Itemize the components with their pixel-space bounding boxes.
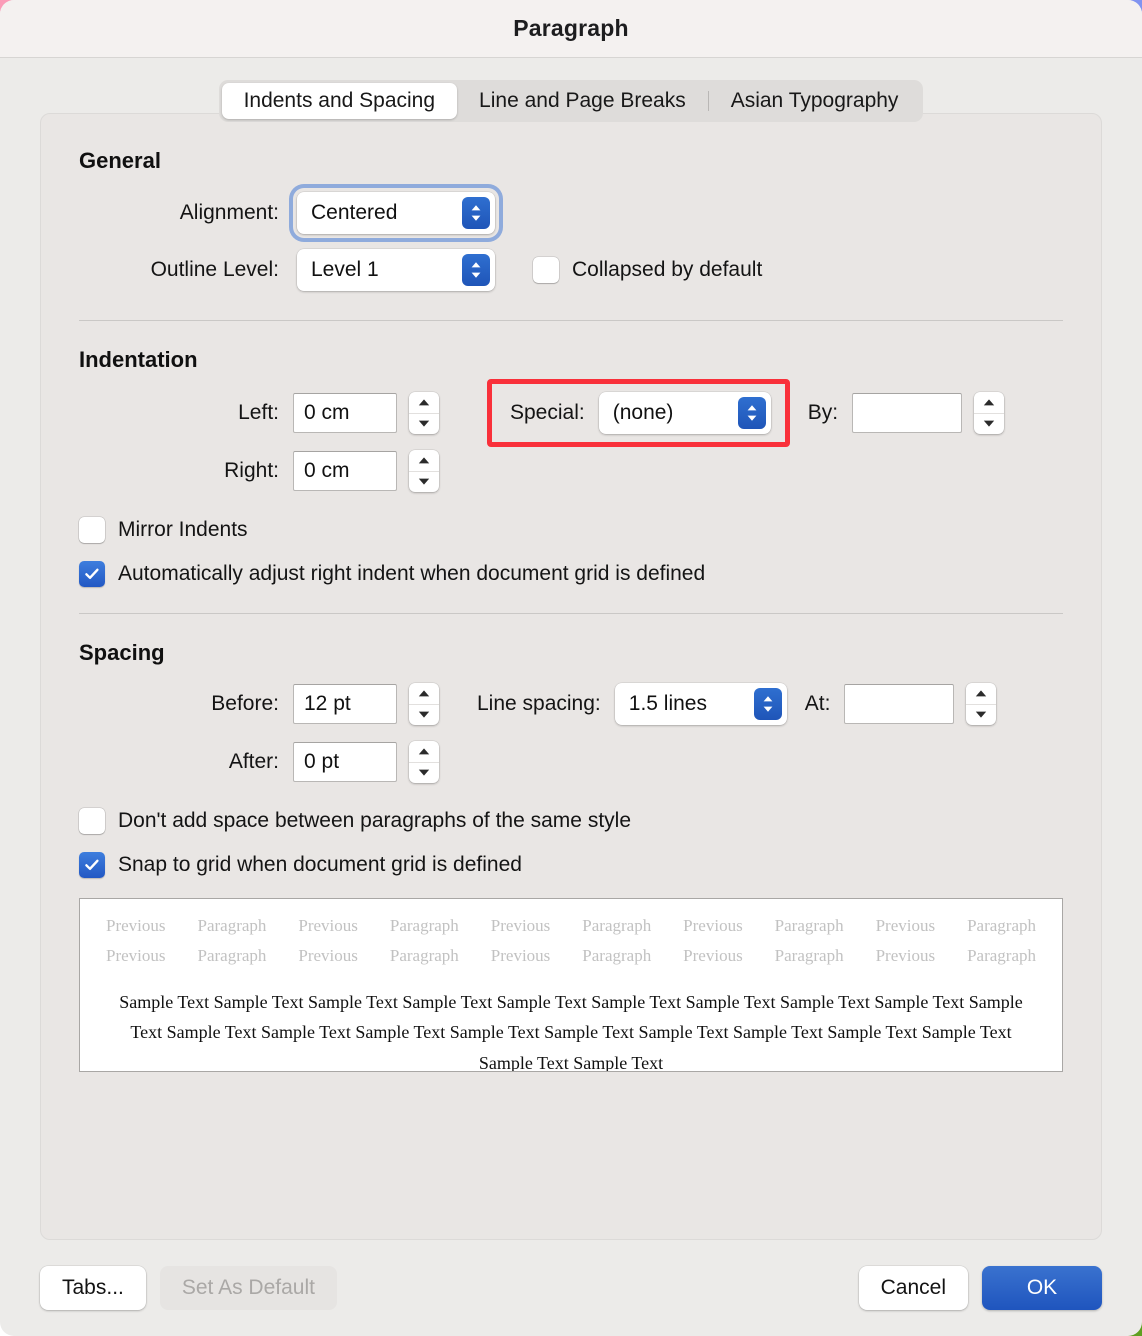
chevron-up-icon[interactable]: [409, 392, 439, 414]
indent-right-value: 0 cm: [304, 459, 350, 482]
tab-indents-and-spacing-label: Indents and Spacing: [243, 89, 436, 112]
tab-line-and-page-breaks-label: Line and Page Breaks: [479, 89, 686, 112]
auto-adjust-right-indent-checkbox[interactable]: [79, 561, 105, 587]
indent-left-stepper[interactable]: [409, 392, 439, 434]
chevron-up-icon[interactable]: [966, 683, 997, 705]
general-heading: General: [79, 148, 161, 173]
chevron-down-icon[interactable]: [409, 414, 439, 435]
paragraph-dialog: Paragraph Indents and Spacing Line and P…: [0, 0, 1142, 1336]
line-spacing-label: Line spacing:: [477, 692, 601, 715]
line-spacing-value: 1.5 lines: [628, 692, 707, 715]
auto-adjust-right-indent-checkbox-row[interactable]: Automatically adjust right indent when d…: [79, 561, 1063, 587]
collapsed-by-default-checkbox[interactable]: [533, 257, 559, 283]
paragraph-preview: Previous Paragraph Previous Paragraph Pr…: [79, 898, 1063, 1072]
chevron-up-icon[interactable]: [974, 392, 1005, 414]
spacing-at-input[interactable]: [844, 684, 955, 724]
snap-to-grid-checkbox-row[interactable]: Snap to grid when document grid is defin…: [79, 852, 1063, 878]
chevron-up-icon[interactable]: [409, 741, 439, 763]
dialog-title: Paragraph: [513, 15, 629, 41]
special-annotation-box: Special: (none): [487, 379, 790, 447]
chevron-down-icon[interactable]: [409, 705, 439, 726]
collapsed-by-default-label: Collapsed by default: [572, 258, 763, 281]
indent-left-input[interactable]: 0 cm: [293, 393, 397, 433]
divider-general-indentation: [79, 320, 1063, 321]
divider-indentation-spacing: [79, 613, 1063, 614]
ok-button[interactable]: OK: [982, 1266, 1102, 1310]
spacing-before-value: 12 pt: [304, 692, 351, 715]
alignment-focus-ring: Centered: [293, 188, 499, 238]
spacing-at-stepper[interactable]: [966, 683, 997, 726]
spacing-after-stepper[interactable]: [409, 741, 439, 783]
line-spacing-select[interactable]: 1.5 lines: [614, 683, 787, 725]
tab-asian-typography[interactable]: Asian Typography: [709, 83, 921, 119]
chevron-updown-icon: [462, 254, 490, 286]
spacing-after-value: 0 pt: [304, 750, 340, 773]
alignment-label: Alignment:: [179, 201, 279, 224]
indents-and-spacing-panel: General Alignment: Centered Outline Leve…: [40, 113, 1102, 1240]
tabbar: Indents and Spacing Line and Page Breaks…: [218, 80, 924, 122]
preview-previous-line-2: Previous Paragraph Previous Paragraph Pr…: [106, 945, 1036, 965]
chevron-up-icon[interactable]: [409, 450, 439, 472]
tabs-button-label: Tabs...: [62, 1276, 124, 1299]
mirror-indents-checkbox[interactable]: [79, 517, 105, 543]
spacing-before-label: Before:: [211, 692, 279, 715]
chevron-updown-icon: [737, 397, 766, 429]
indent-by-label: By:: [807, 401, 839, 424]
preview-sample-text: Sample Text Sample Text Sample Text Samp…: [119, 991, 1023, 1072]
alignment-value: Centered: [311, 201, 398, 224]
dialog-titlebar: Paragraph: [0, 0, 1142, 58]
tab-indents-and-spacing[interactable]: Indents and Spacing: [221, 83, 458, 119]
indent-by-stepper[interactable]: [974, 392, 1005, 435]
snap-to-grid-checkbox[interactable]: [79, 852, 105, 878]
chevron-updown-icon: [462, 197, 490, 229]
indent-right-label: Right:: [224, 459, 279, 482]
mirror-indents-checkbox-row[interactable]: Mirror Indents: [79, 517, 1063, 543]
set-as-default-button: Set As Default: [159, 1266, 337, 1310]
chevron-down-icon[interactable]: [409, 763, 439, 784]
spacing-at-label: At:: [804, 692, 831, 715]
indent-left-value: 0 cm: [304, 401, 350, 424]
tabs-button[interactable]: Tabs...: [40, 1266, 146, 1310]
chevron-updown-icon: [753, 688, 782, 720]
alignment-select[interactable]: Centered: [297, 192, 495, 234]
chevron-down-icon[interactable]: [974, 414, 1004, 435]
set-as-default-button-label: Set As Default: [181, 1276, 315, 1299]
dont-add-space-checkbox[interactable]: [79, 808, 105, 834]
dont-add-space-label: Don't add space between paragraphs of th…: [118, 809, 631, 832]
special-value: (none): [612, 401, 674, 424]
chevron-down-icon[interactable]: [966, 705, 996, 726]
chevron-down-icon[interactable]: [409, 472, 439, 493]
chevron-up-icon[interactable]: [409, 683, 439, 705]
tab-asian-typography-label: Asian Typography: [730, 89, 899, 112]
mirror-indents-label: Mirror Indents: [118, 518, 248, 541]
cancel-button[interactable]: Cancel: [858, 1266, 968, 1310]
indentation-heading: Indentation: [79, 347, 198, 372]
cancel-button-label: Cancel: [880, 1276, 946, 1299]
snap-to-grid-label: Snap to grid when document grid is defin…: [118, 853, 522, 876]
preview-previous-line-1: Previous Paragraph Previous Paragraph Pr…: [106, 916, 1036, 935]
spacing-heading: Spacing: [79, 640, 165, 665]
indent-right-stepper[interactable]: [409, 450, 439, 492]
special-select[interactable]: (none): [598, 392, 771, 434]
indent-by-input[interactable]: [852, 393, 963, 433]
special-label: Special:: [510, 401, 585, 424]
tabbar-wrapper: Indents and Spacing Line and Page Breaks…: [0, 58, 1142, 122]
ok-button-label: OK: [1026, 1276, 1058, 1299]
spacing-before-stepper[interactable]: [409, 683, 439, 725]
dialog-footer: Tabs... Set As Default Cancel OK: [0, 1240, 1142, 1336]
indent-right-input[interactable]: 0 cm: [293, 451, 397, 491]
preview-previous-paragraphs: Previous Paragraph Previous Paragraph Pr…: [106, 911, 1036, 971]
spacing-before-input[interactable]: 12 pt: [293, 684, 397, 724]
spacing-after-label: After:: [228, 750, 279, 773]
outline-level-select[interactable]: Level 1: [297, 249, 495, 291]
dont-add-space-checkbox-row[interactable]: Don't add space between paragraphs of th…: [79, 808, 1063, 834]
indent-left-label: Left:: [238, 401, 279, 424]
outline-level-value: Level 1: [311, 258, 379, 281]
outline-level-label: Outline Level:: [150, 258, 279, 281]
tab-line-and-page-breaks[interactable]: Line and Page Breaks: [457, 83, 708, 119]
spacing-after-input[interactable]: 0 pt: [293, 742, 397, 782]
auto-adjust-right-indent-label: Automatically adjust right indent when d…: [118, 562, 706, 585]
collapsed-by-default-checkbox-row[interactable]: Collapsed by default: [533, 257, 762, 283]
